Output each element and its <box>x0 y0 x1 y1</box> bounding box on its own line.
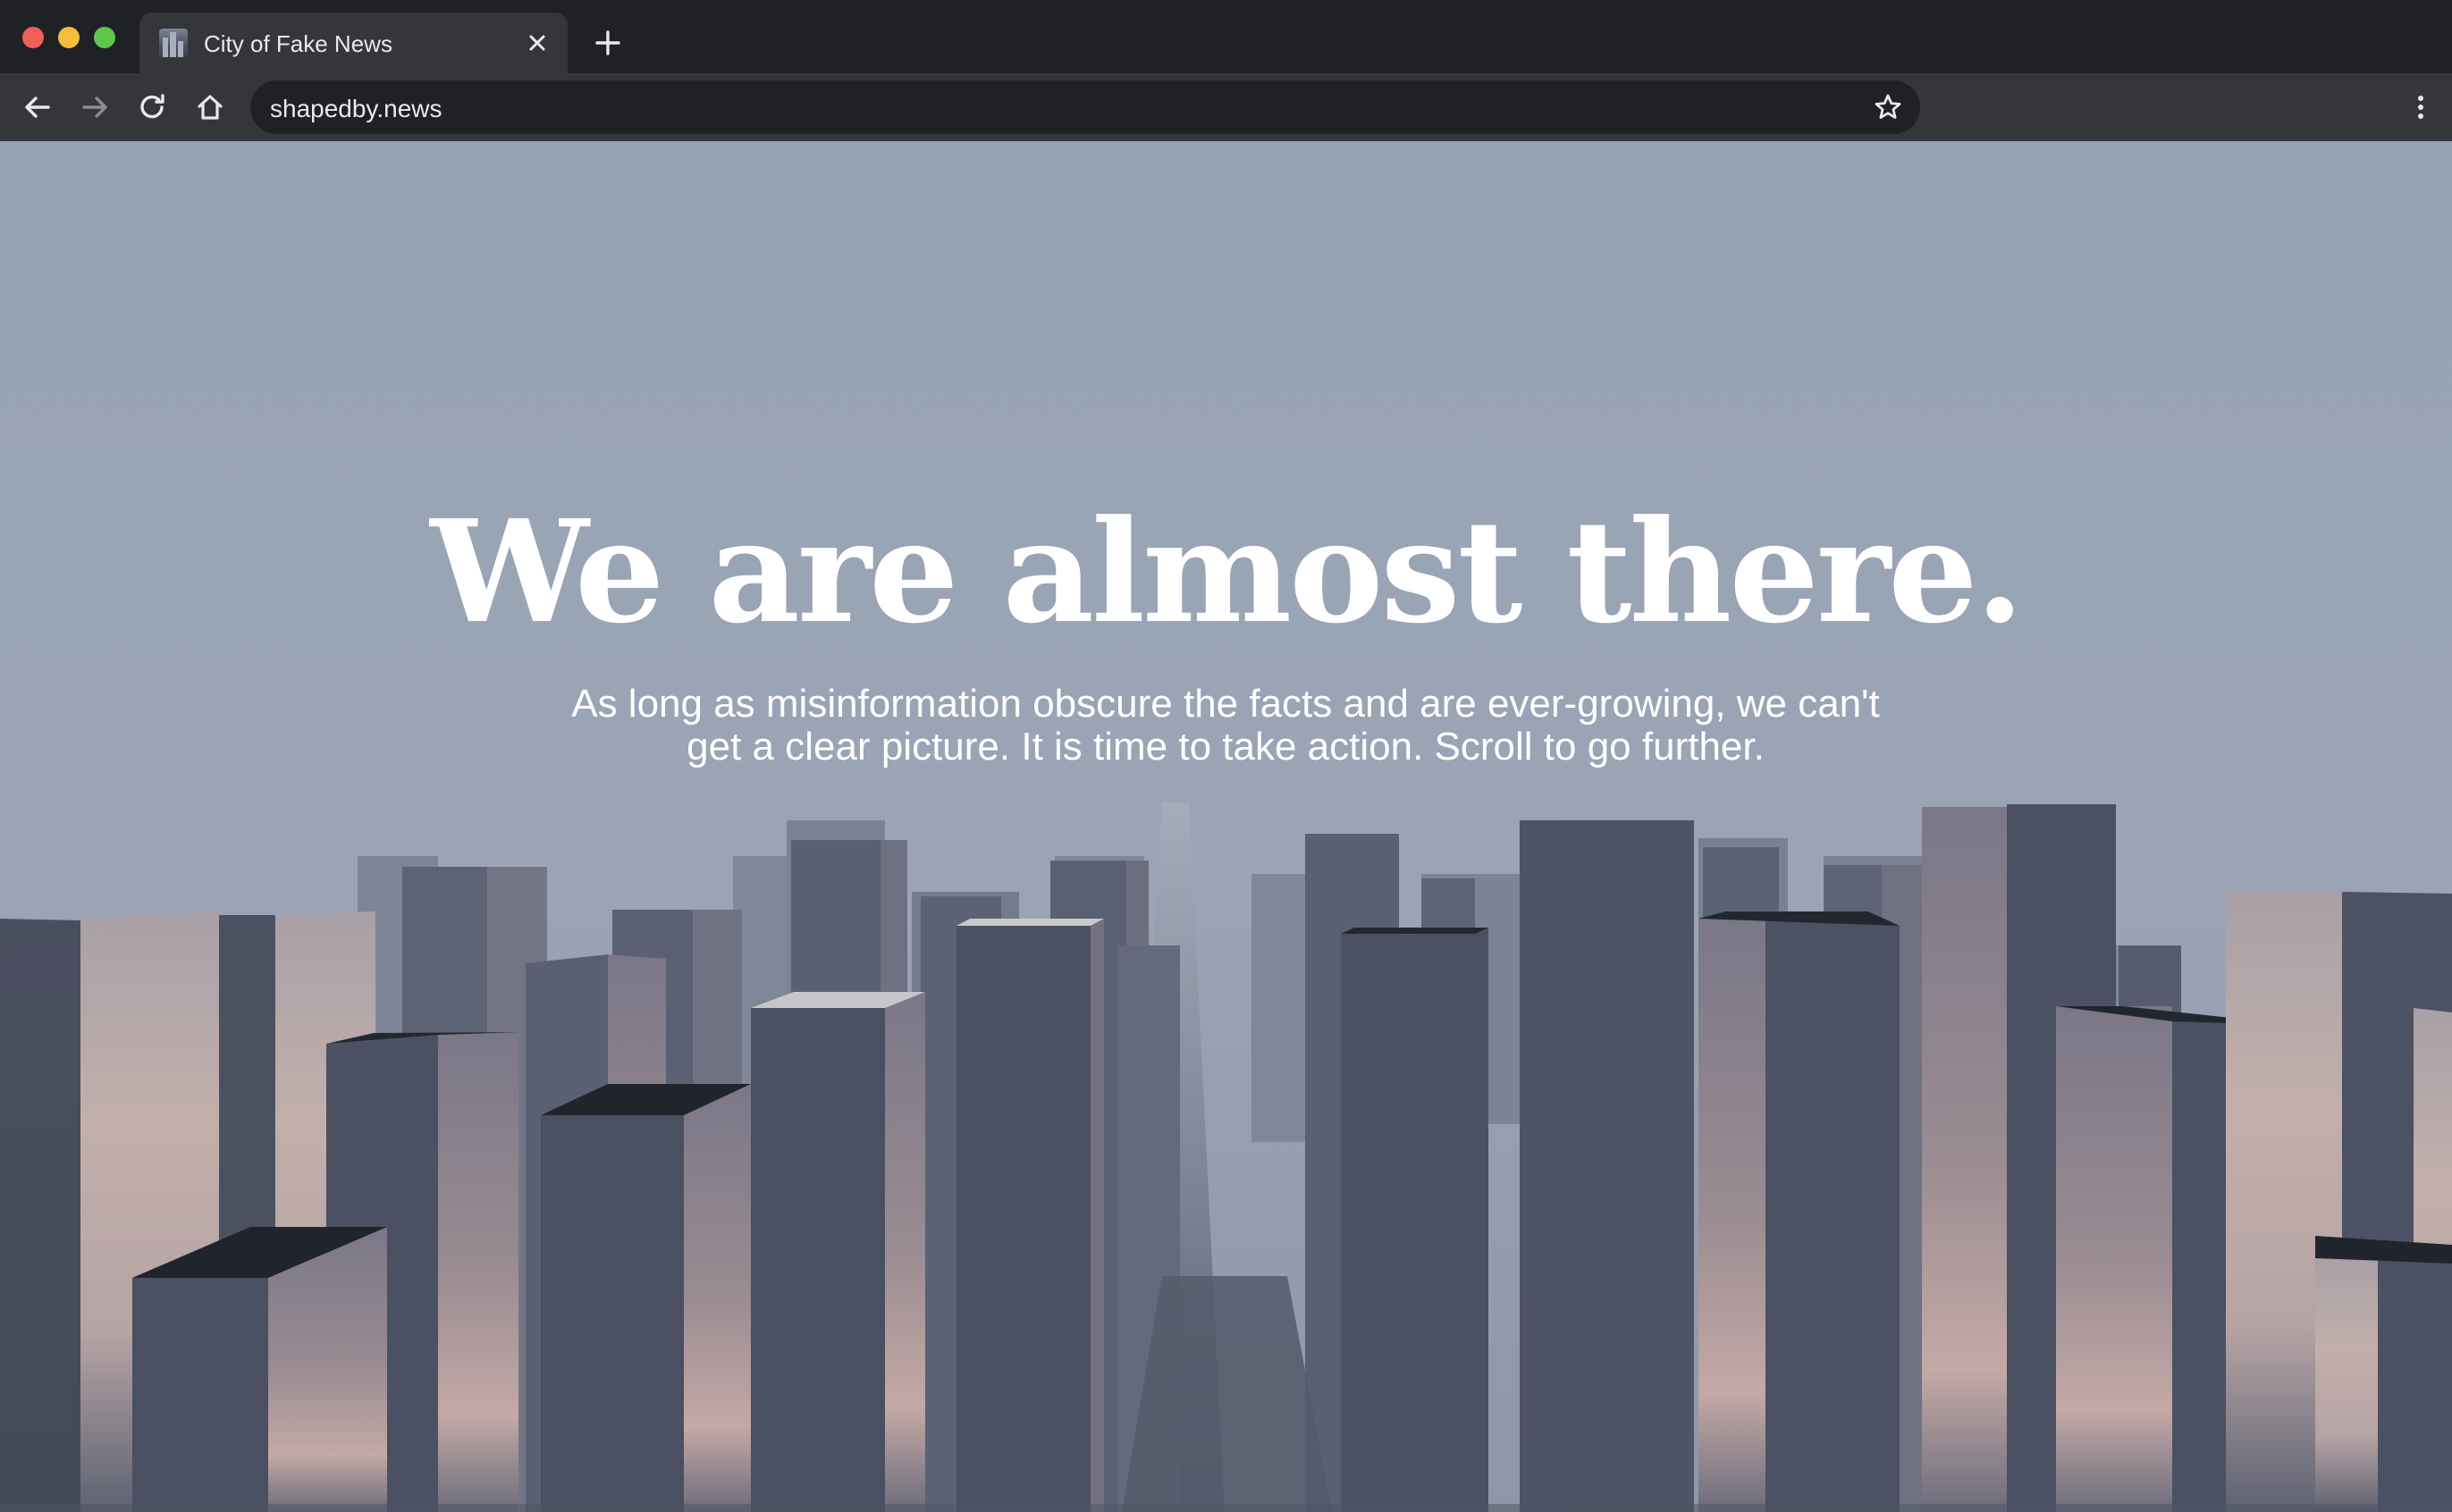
tab-bar: City of Fake News <box>0 0 2452 73</box>
browser-window: City of Fake News shapedby.news We are a… <box>0 0 2452 1512</box>
more-vertical-icon[interactable] <box>2401 88 2440 127</box>
minimize-window-button[interactable] <box>58 27 80 48</box>
browser-tab[interactable]: City of Fake News <box>139 13 568 73</box>
city-favicon-icon <box>159 29 188 57</box>
arrow-left-icon[interactable] <box>18 88 57 127</box>
city-scene-illustration <box>0 802 2452 1512</box>
address-bar[interactable]: shapedby.news <box>250 80 1920 134</box>
page-headline: We are almost there. <box>430 490 2024 655</box>
tab-title: City of Fake News <box>204 30 392 57</box>
close-window-button[interactable] <box>22 27 44 48</box>
page-viewport[interactable]: We are almost there. As long as misinfor… <box>0 141 2452 1512</box>
star-icon[interactable] <box>1868 88 1908 127</box>
home-icon[interactable] <box>190 88 230 127</box>
close-icon[interactable] <box>519 25 555 61</box>
url-text: shapedby.news <box>270 95 442 122</box>
page-subtitle: As long as misinformation obscure the fa… <box>571 682 1880 769</box>
browser-toolbar: shapedby.news <box>0 73 2452 142</box>
arrow-right-icon[interactable] <box>75 88 114 127</box>
maximize-window-button[interactable] <box>94 27 115 48</box>
plus-icon[interactable] <box>590 25 626 61</box>
reload-icon[interactable] <box>133 88 173 127</box>
